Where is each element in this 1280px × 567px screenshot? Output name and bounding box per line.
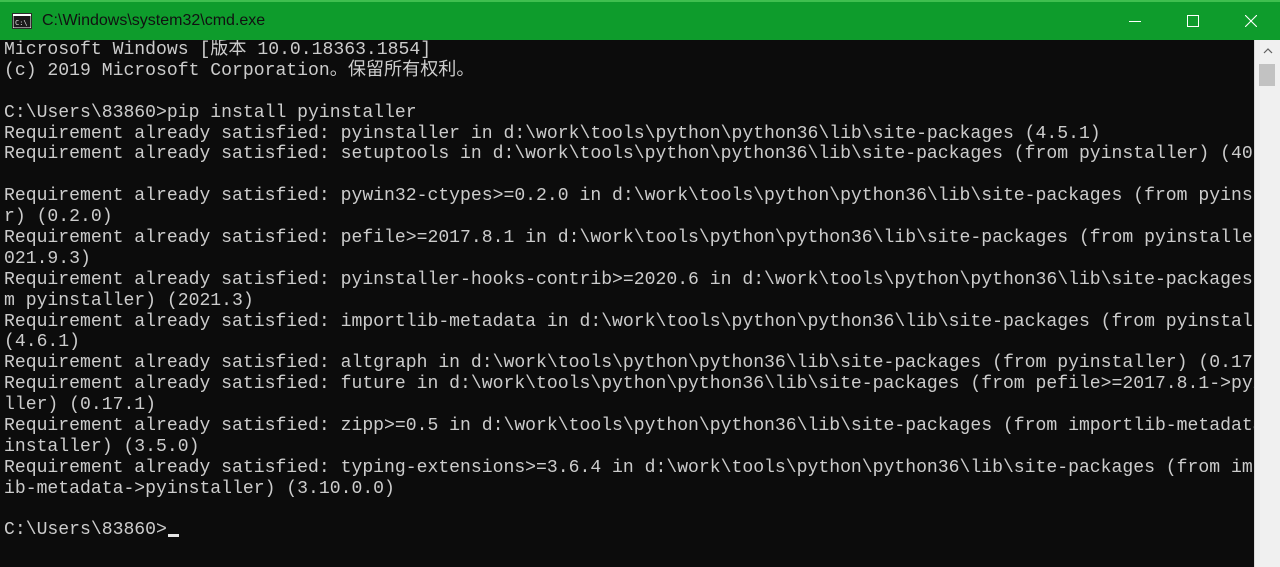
cmd-window: C:\ C:\Windows\system32\cmd.exe Microsof… <box>0 0 1280 567</box>
maximize-icon <box>1187 15 1199 27</box>
console-line: C:\Users\83860> <box>4 520 1254 541</box>
console-line: Requirement already satisfied: future in… <box>4 374 1254 395</box>
console-line: Requirement already satisfied: pywin32-c… <box>4 186 1254 207</box>
console-line: (c) 2019 Microsoft Corporation。保留所有权利。 <box>4 60 475 81</box>
console-line: Requirement already satisfied: typing-ex… <box>4 457 1254 478</box>
vertical-scrollbar[interactable] <box>1254 40 1280 567</box>
minimize-button[interactable] <box>1106 2 1164 40</box>
cmd-app-icon: C:\ <box>12 13 32 29</box>
console-line: Requirement already satisfied: zipp>=0.5… <box>4 416 1254 437</box>
maximize-button[interactable] <box>1164 2 1222 40</box>
scroll-thumb[interactable] <box>1259 64 1275 86</box>
console-line: Requirement already satisfied: altgraph … <box>4 353 1254 374</box>
console-line: Requirement already satisfied: setuptool… <box>4 144 1254 165</box>
console-line: 021.9.3) <box>4 248 91 269</box>
close-icon <box>1245 15 1257 27</box>
window-controls <box>1106 2 1280 40</box>
console-line: Microsoft Windows [版本 10.0.18363.1854] <box>4 40 432 60</box>
close-button[interactable] <box>1222 2 1280 40</box>
text-cursor <box>167 534 179 538</box>
window-title: C:\Windows\system32\cmd.exe <box>42 12 266 29</box>
console-line: r) (0.2.0) <box>4 207 113 228</box>
svg-text:C:\: C:\ <box>15 19 28 27</box>
console-line: Requirement already satisfied: pefile>=2… <box>4 228 1254 249</box>
chevron-up-icon <box>1263 48 1272 54</box>
console-line: Requirement already satisfied: importlib… <box>4 311 1254 332</box>
console-line: Requirement already satisfied: pyinstall… <box>4 123 1101 144</box>
title-bar[interactable]: C:\ C:\Windows\system32\cmd.exe <box>0 0 1280 40</box>
minimize-icon <box>1129 21 1141 22</box>
console-output[interactable]: Microsoft Windows [版本 10.0.18363.1854] (c… <box>0 40 1254 567</box>
console-line: ib-metadata->pyinstaller) (3.10.0.0) <box>4 478 395 499</box>
console-line: installer) (3.5.0) <box>4 436 200 457</box>
console-line: (4.6.1) <box>4 332 81 353</box>
scroll-up-button[interactable] <box>1255 40 1280 62</box>
console-line: C:\Users\83860>pip install pyinstaller <box>4 102 417 123</box>
console-line: m pyinstaller) (2021.3) <box>4 290 254 311</box>
console-line: Requirement already satisfied: pyinstall… <box>4 269 1254 290</box>
console-line: ller) (0.17.1) <box>4 395 157 416</box>
